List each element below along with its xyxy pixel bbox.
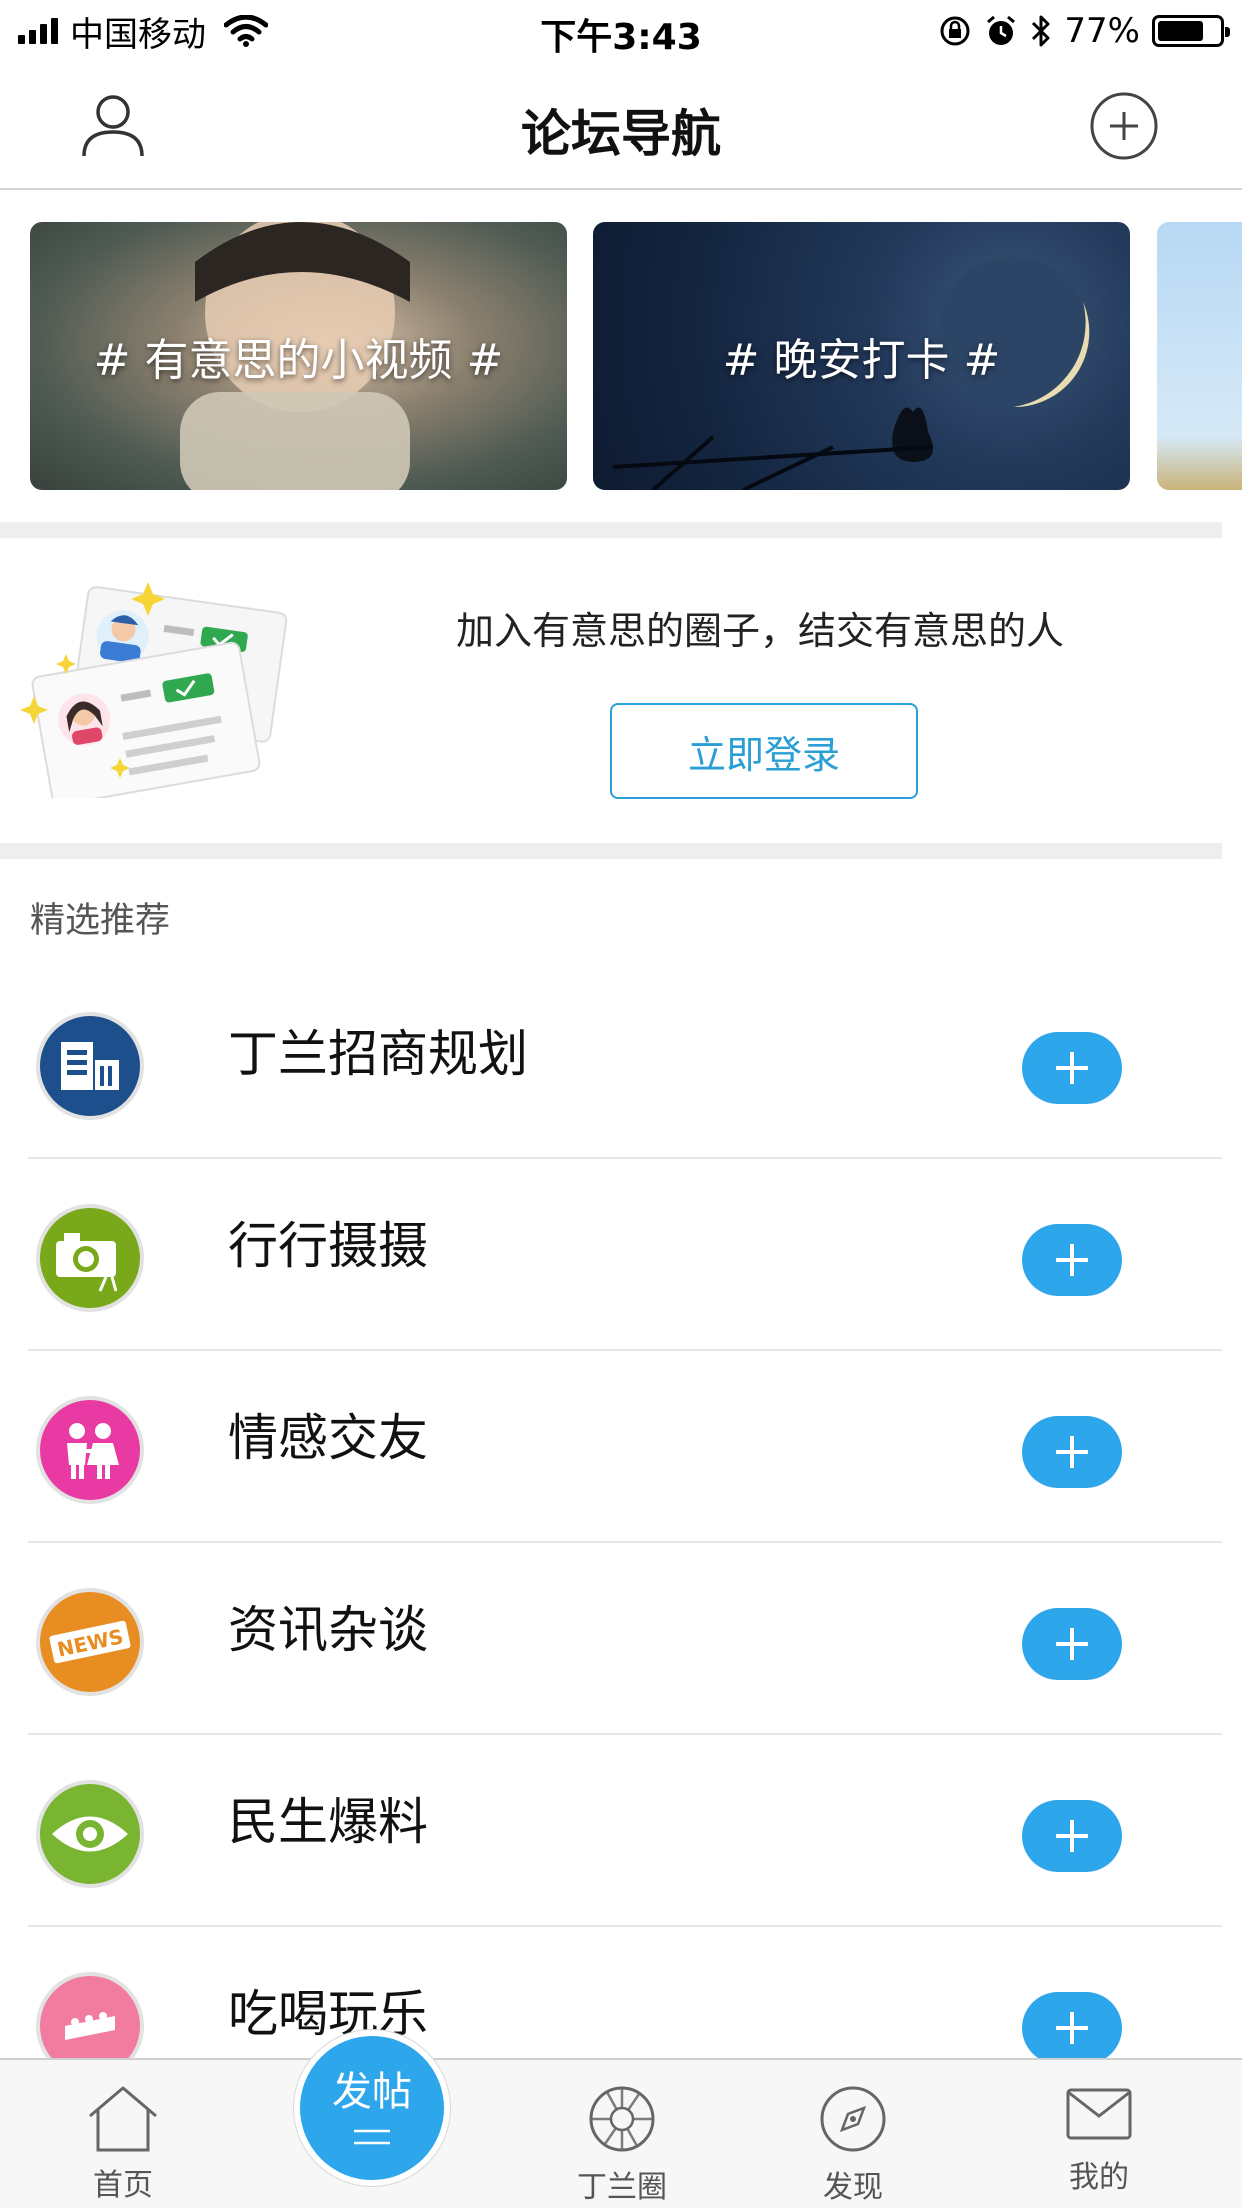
status-right: 77% <box>938 10 1230 52</box>
forum-name: 丁兰招商规划 <box>228 1025 528 1083</box>
aperture-icon <box>589 2086 655 2152</box>
section-separator <box>0 522 1222 538</box>
page-title: 论坛导航 <box>521 105 721 163</box>
banner-card[interactable]: # 晚安打卡 # <box>593 222 1130 490</box>
follow-button[interactable] <box>1022 1416 1122 1488</box>
banner-label: # 晚安打卡 # <box>722 335 1001 386</box>
follow-button[interactable] <box>1022 1032 1122 1104</box>
banner-card[interactable] <box>1157 222 1242 490</box>
news-icon: NEWS <box>36 1588 144 1696</box>
plus-icon <box>1056 1052 1088 1084</box>
tab-mine[interactable]: 我的 <box>1024 2060 1174 2208</box>
banner-card[interactable]: # 有意思的小视频 # <box>30 222 567 490</box>
menu-lines-icon <box>354 2129 390 2145</box>
plus-circle-icon[interactable] <box>1088 90 1160 162</box>
battery-percent: 77% <box>1064 11 1140 51</box>
camera-icon <box>36 1204 144 1312</box>
home-icon <box>89 2086 157 2152</box>
nav-bar: 论坛导航 <box>0 62 1242 190</box>
forum-name: 行行摄摄 <box>228 1217 428 1275</box>
list-item[interactable]: NEWS 资讯杂谈 <box>0 1546 1242 1735</box>
banner-carousel[interactable]: # 有意思的小视频 # # 晚安打卡 # <box>0 192 1242 522</box>
forum-name: 民生爆料 <box>228 1793 428 1851</box>
tab-label: 丁兰圈 <box>577 2170 667 2205</box>
plus-icon <box>1056 1820 1088 1852</box>
member-cards-illustration <box>20 582 288 798</box>
promo-text: 加入有意思的圈子，结交有意思的人 <box>455 609 1064 653</box>
post-label: 发帖 <box>332 2069 412 2115</box>
tab-bar: 首页 丁兰圈 发现 我的 <box>0 2058 1242 2208</box>
plus-icon <box>1056 1628 1088 1660</box>
eye-icon <box>36 1780 144 1888</box>
bluetooth-icon <box>1032 15 1050 47</box>
section-title: 精选推荐 <box>30 901 171 941</box>
follow-button[interactable] <box>1022 1608 1122 1680</box>
list-item[interactable]: 丁兰招商规划 <box>0 970 1242 1159</box>
follow-button[interactable] <box>1022 1992 1122 2064</box>
status-bar: 中国移动 下午3:43 77% <box>0 0 1242 62</box>
plus-icon <box>1056 2012 1088 2044</box>
plus-icon <box>1056 1436 1088 1468</box>
tab-label: 我的 <box>1069 2160 1129 2195</box>
plus-icon <box>1056 1244 1088 1276</box>
compass-icon <box>820 2086 886 2152</box>
forum-name: 资讯杂谈 <box>228 1601 428 1659</box>
tab-discover[interactable]: 发现 <box>778 2060 928 2208</box>
tab-circle[interactable]: 丁兰圈 <box>547 2060 697 2208</box>
rotation-lock-icon <box>940 16 970 46</box>
tab-label: 首页 <box>93 2168 153 2203</box>
tab-label: 发现 <box>823 2170 883 2205</box>
banner-label: # 有意思的小视频 # <box>93 335 504 386</box>
login-button[interactable]: 立即登录 <box>610 703 918 799</box>
list-item[interactable]: 情感交友 <box>0 1354 1242 1543</box>
battery-level <box>1158 21 1203 41</box>
couple-icon <box>36 1396 144 1504</box>
building-icon <box>36 1012 144 1120</box>
forum-name: 情感交友 <box>228 1409 428 1467</box>
post-button[interactable]: 发帖 <box>294 2030 450 2186</box>
follow-button[interactable] <box>1022 1800 1122 1872</box>
list-item[interactable]: 民生爆料 <box>0 1738 1242 1927</box>
login-promo: 加入有意思的圈子，结交有意思的人 立即登录 <box>0 538 1242 843</box>
mail-icon <box>1066 2088 1132 2140</box>
battery-icon <box>1152 15 1230 47</box>
tab-home[interactable]: 首页 <box>48 2060 198 2208</box>
follow-button[interactable] <box>1022 1224 1122 1296</box>
list-item[interactable]: 行行摄摄 <box>0 1162 1242 1351</box>
alarm-icon <box>987 15 1016 45</box>
section-separator <box>0 843 1222 859</box>
